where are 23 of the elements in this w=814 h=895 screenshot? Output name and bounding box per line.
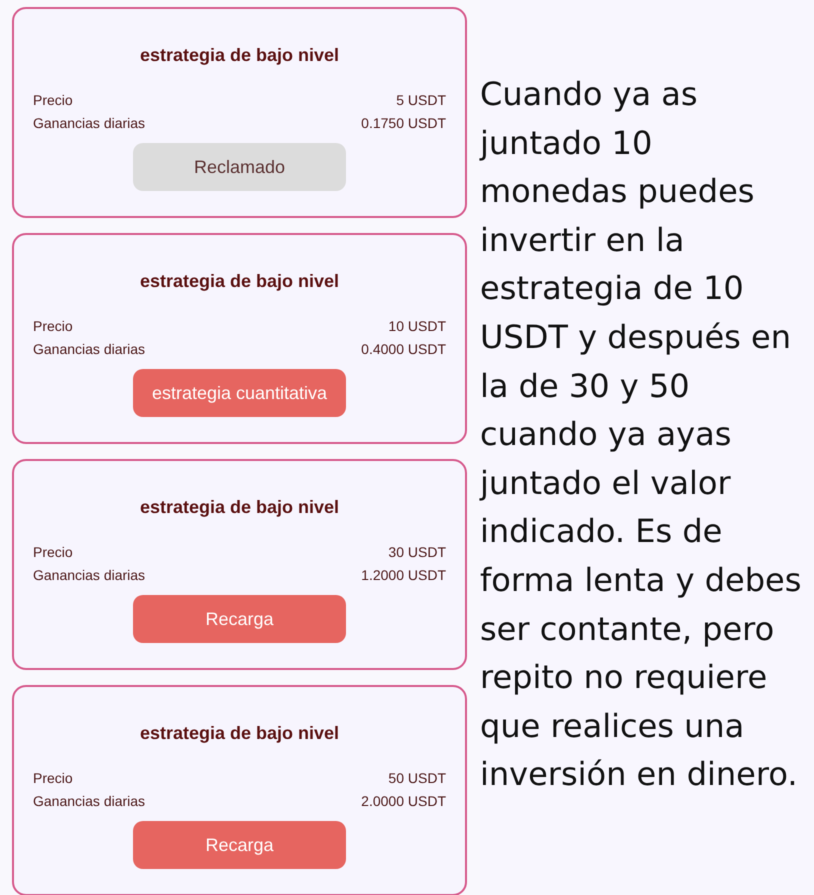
- earnings-value: 0.1750 USDT: [361, 114, 446, 133]
- price-value: 10 USDT: [388, 317, 446, 336]
- plan-title: estrategia de bajo nivel: [138, 45, 340, 66]
- price-value: 50 USDT: [388, 769, 446, 788]
- earnings-label: Ganancias diarias: [33, 114, 146, 133]
- earnings-label: Ganancias diarias: [33, 340, 146, 359]
- price-label: Precio: [33, 91, 73, 110]
- earnings-label: Ganancias diarias: [33, 566, 146, 585]
- plan-button[interactable]: Recarga: [133, 595, 346, 643]
- plan-title: estrategia de bajo nivel: [138, 723, 340, 744]
- price-label: Precio: [33, 543, 73, 562]
- earnings-label: Ganancias diarias: [33, 792, 146, 811]
- plan-title: estrategia de bajo nivel: [138, 497, 340, 518]
- earnings-value: 1.2000 USDT: [361, 566, 446, 585]
- plan-title: estrategia de bajo nivel: [138, 271, 340, 292]
- price-label: Precio: [33, 317, 73, 336]
- price-value: 30 USDT: [388, 543, 446, 562]
- price-label: Precio: [33, 769, 73, 788]
- plan-button[interactable]: estrategia cuantitativa: [133, 369, 346, 417]
- earnings-value: 2.0000 USDT: [361, 792, 446, 811]
- earnings-value: 0.4000 USDT: [361, 340, 446, 359]
- price-value: 5 USDT: [396, 91, 446, 110]
- plan-button[interactable]: Recarga: [133, 821, 346, 869]
